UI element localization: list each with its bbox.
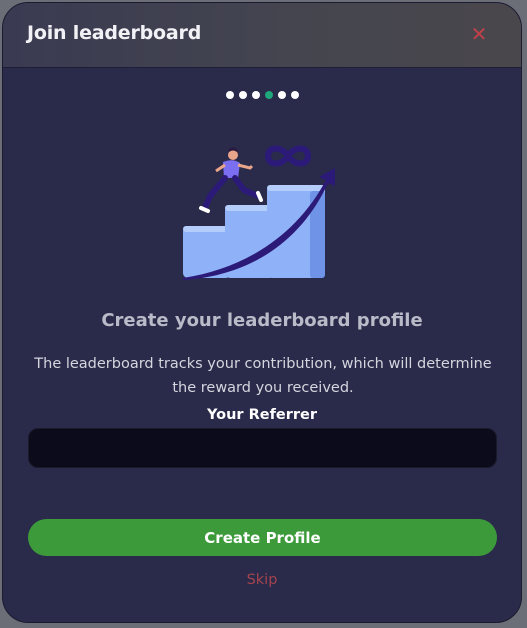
step-dot-5 xyxy=(277,91,286,99)
close-icon[interactable]: ✕ xyxy=(467,22,491,46)
growth-chart-runner-icon xyxy=(183,145,335,280)
step-dot-4-active xyxy=(264,91,273,99)
step-dot-1 xyxy=(225,91,234,99)
page-headline: Create your leaderboard profile xyxy=(101,310,423,331)
infinity-icon xyxy=(264,145,312,167)
modal-header: Join leaderboard ✕ xyxy=(3,3,521,68)
step-dot-2 xyxy=(238,91,247,99)
skip-link[interactable]: Skip xyxy=(3,572,521,588)
step-dot-3 xyxy=(251,91,260,99)
modal-title: Join leaderboard xyxy=(27,22,202,44)
step-indicator xyxy=(3,91,521,99)
create-profile-button[interactable]: Create Profile xyxy=(28,519,497,556)
page-description: The leaderboard tracks your contribution… xyxy=(34,356,492,396)
referrer-input[interactable] xyxy=(28,428,497,468)
referrer-label: Your Referrer xyxy=(206,407,318,423)
join-leaderboard-modal: Join leaderboard ✕ Create your leaderboa… xyxy=(2,2,522,623)
step-dot-6 xyxy=(290,91,299,99)
